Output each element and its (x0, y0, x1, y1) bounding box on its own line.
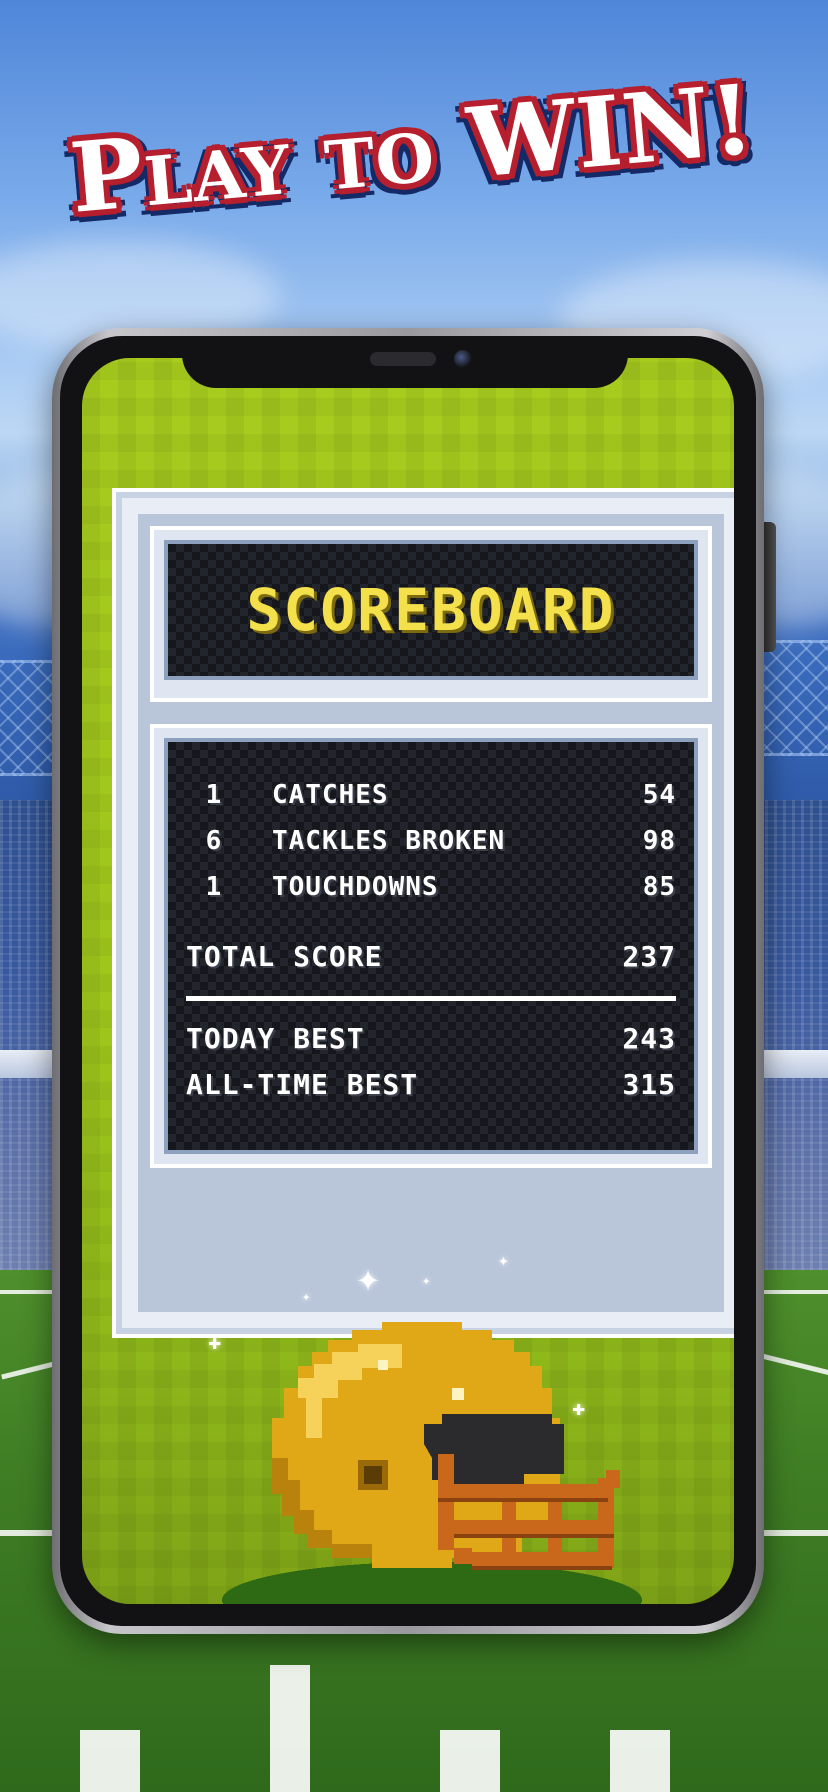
stat-count: 1 (205, 780, 223, 810)
today-best-row: TODAY BEST 243 (186, 1022, 676, 1056)
sparkle-icon: ✦ (356, 1255, 381, 1301)
helmet-glint (452, 1388, 464, 1400)
field-stripe (440, 1730, 500, 1792)
sparkle-icon: ✦ (302, 1289, 311, 1305)
stat-row-touchdowns: 1 TOUCHDOWNS 85 (186, 872, 676, 906)
helmet-ear-hole-inner (364, 1466, 382, 1484)
today-best-value: 243 (622, 1022, 676, 1055)
front-camera-icon (454, 350, 472, 368)
all-time-best-row: ALL-TIME BEST 315 (186, 1068, 676, 1102)
sparkle-icon: ✚ (208, 1330, 222, 1355)
total-score-row: TOTAL SCORE 237 (186, 940, 676, 974)
helmet-graphic: ✦ ✚ ✚ ✦ ✦ ✦ (202, 1248, 662, 1604)
field-stripe (610, 1730, 670, 1792)
stat-row-tackles-broken: 6 TACKLES BROKEN 98 (186, 826, 676, 860)
all-time-best-label: ALL-TIME BEST (186, 1068, 419, 1101)
scoreboard-header-panel: SCOREBOARD (150, 526, 712, 702)
sparkle-icon: ✦ (422, 1273, 431, 1289)
stat-count: 6 (205, 826, 223, 856)
football-helmet-icon (222, 1322, 642, 1604)
stat-row-catches: 1 CATCHES 54 (186, 780, 676, 814)
phone-notch (182, 336, 628, 388)
scoreboard-title: SCOREBOARD (246, 576, 616, 644)
stat-label: TOUCHDOWNS (272, 872, 439, 902)
total-score-value: 237 (622, 940, 676, 973)
speaker-grille (370, 352, 436, 366)
sparkle-icon: ✦ (498, 1250, 509, 1271)
sparkle-icon: ✚ (572, 1396, 586, 1421)
stats-screen: 1 CATCHES 54 6 TACKLES BROKEN 98 1 TOUCH… (164, 738, 698, 1154)
scoreboard-frame: SCOREBOARD 1 CATCHES 54 6 TACKLES BROKEN… (112, 488, 734, 1338)
stat-value: 85 (642, 872, 676, 902)
stat-value: 54 (642, 780, 676, 810)
phone-mockup: SCOREBOARD 1 CATCHES 54 6 TACKLES BROKEN… (52, 328, 764, 1634)
stat-count: 1 (205, 872, 223, 902)
scoreboard-header-screen: SCOREBOARD (164, 540, 698, 680)
helmet-glint (378, 1360, 388, 1370)
phone-bezel: SCOREBOARD 1 CATCHES 54 6 TACKLES BROKEN… (60, 336, 756, 1626)
game-screen: SCOREBOARD 1 CATCHES 54 6 TACKLES BROKEN… (82, 358, 734, 1604)
score-divider (186, 996, 676, 1001)
stat-label: TACKLES BROKEN (272, 826, 506, 856)
field-stripe (80, 1730, 140, 1792)
phone-side-button (762, 522, 776, 652)
stat-label: CATCHES (272, 780, 389, 810)
stat-value: 98 (642, 826, 676, 856)
total-score-label: TOTAL SCORE (186, 940, 383, 973)
today-best-label: TODAY BEST (186, 1022, 365, 1055)
scoreboard-body: SCOREBOARD 1 CATCHES 54 6 TACKLES BROKEN… (138, 514, 724, 1312)
field-stripe (270, 1665, 310, 1792)
all-time-best-value: 315 (622, 1068, 676, 1101)
stats-panel: 1 CATCHES 54 6 TACKLES BROKEN 98 1 TOUCH… (150, 724, 712, 1168)
